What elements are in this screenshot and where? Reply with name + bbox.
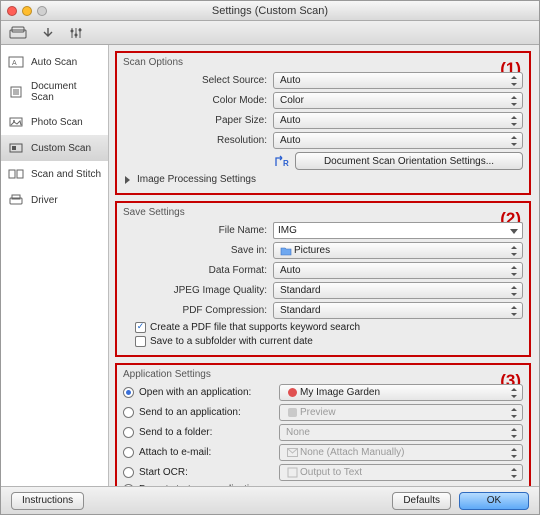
- scan-and-stitch-icon: [7, 167, 25, 181]
- sidebar-item-label: Driver: [31, 195, 58, 206]
- ok-button[interactable]: OK: [459, 492, 529, 510]
- application-settings-title: Application Settings: [123, 369, 523, 380]
- resolution-popup[interactable]: Auto: [273, 132, 523, 149]
- footer: Instructions Defaults OK: [1, 486, 539, 514]
- attach-email-radio[interactable]: [123, 447, 134, 458]
- text-icon: [286, 467, 298, 479]
- window-title: Settings (Custom Scan): [1, 5, 539, 17]
- photo-scan-icon: [7, 115, 25, 129]
- application-settings-section: (3) Application Settings Open with an ap…: [115, 363, 531, 486]
- preview-icon: [286, 407, 298, 419]
- svg-text:R: R: [283, 159, 289, 168]
- send-to-app-radio-row[interactable]: Send to an application:: [123, 407, 273, 418]
- open-with-app-radio-row[interactable]: Open with an application:: [123, 387, 273, 398]
- color-mode-popup[interactable]: Color: [273, 92, 523, 109]
- paper-size-popup[interactable]: Auto: [273, 112, 523, 129]
- pdf-keyword-label: Create a PDF file that supports keyword …: [150, 322, 360, 333]
- sidebar-item-label: Photo Scan: [31, 117, 83, 128]
- pdf-compression-label: PDF Compression:: [123, 305, 273, 316]
- minimize-icon[interactable]: [22, 6, 32, 16]
- folder-icon: [280, 245, 292, 257]
- driver-icon: [7, 193, 25, 207]
- sidebar-item-custom-scan[interactable]: Custom Scan: [1, 135, 108, 161]
- start-ocr-popup[interactable]: Output to Text: [279, 464, 523, 481]
- do-not-start-radio-row[interactable]: Do not start any application: [123, 484, 260, 486]
- auto-scan-icon: A: [7, 55, 25, 69]
- body: A Auto Scan Document Scan Photo Scan Cus…: [1, 45, 539, 486]
- attach-email-label: Attach to e-mail:: [139, 447, 211, 458]
- titlebar: Settings (Custom Scan): [1, 1, 539, 21]
- scan-options-section: (1) Scan Options Select Source: Auto Col…: [115, 51, 531, 195]
- send-to-app-popup[interactable]: Preview: [279, 404, 523, 421]
- sidebar-item-document-scan[interactable]: Document Scan: [1, 75, 108, 109]
- jpeg-quality-label: JPEG Image Quality:: [123, 285, 273, 296]
- sidebar-item-label: Document Scan: [31, 81, 102, 103]
- close-icon[interactable]: [7, 6, 17, 16]
- open-with-app-radio[interactable]: [123, 387, 134, 398]
- orientation-icon: R: [273, 154, 289, 168]
- sliders-icon[interactable]: [69, 26, 83, 40]
- file-name-label: File Name:: [123, 225, 273, 236]
- pdf-keyword-checkbox[interactable]: [135, 322, 146, 333]
- subfolder-checkbox-row[interactable]: Save to a subfolder with current date: [135, 336, 523, 347]
- subfolder-checkbox[interactable]: [135, 336, 146, 347]
- subfolder-label: Save to a subfolder with current date: [150, 336, 313, 347]
- pdf-compression-popup[interactable]: Standard: [273, 302, 523, 319]
- sidebar-item-label: Scan and Stitch: [31, 169, 101, 180]
- svg-text:A: A: [12, 60, 17, 67]
- data-format-label: Data Format:: [123, 265, 273, 276]
- file-name-field[interactable]: IMG: [273, 222, 523, 239]
- select-source-label: Select Source:: [123, 75, 273, 86]
- do-not-start-label: Do not start any application: [139, 484, 260, 486]
- start-ocr-label: Start OCR:: [139, 467, 188, 478]
- start-ocr-radio[interactable]: [123, 467, 134, 478]
- send-to-folder-label: Send to a folder:: [139, 427, 212, 438]
- send-to-folder-popup[interactable]: None: [279, 424, 523, 441]
- my-image-garden-icon: [286, 387, 298, 399]
- do-not-start-radio[interactable]: [123, 484, 134, 486]
- save-in-popup[interactable]: Pictures: [273, 242, 523, 259]
- select-source-popup[interactable]: Auto: [273, 72, 523, 89]
- start-ocr-radio-row[interactable]: Start OCR:: [123, 467, 273, 478]
- image-processing-disclosure[interactable]: Image Processing Settings: [123, 174, 523, 185]
- mail-icon: [286, 447, 298, 459]
- window-controls: [7, 6, 47, 16]
- send-to-folder-radio[interactable]: [123, 427, 134, 438]
- sidebar-item-driver[interactable]: Driver: [1, 187, 108, 213]
- scan-options-title: Scan Options: [123, 57, 523, 68]
- paper-size-label: Paper Size:: [123, 115, 273, 126]
- open-with-app-popup[interactable]: My Image Garden: [279, 384, 523, 401]
- toolbar: [1, 21, 539, 45]
- instructions-button[interactable]: Instructions: [11, 492, 84, 510]
- sidebar: A Auto Scan Document Scan Photo Scan Cus…: [1, 45, 109, 486]
- send-to-app-radio[interactable]: [123, 407, 134, 418]
- jpeg-quality-popup[interactable]: Standard: [273, 282, 523, 299]
- save-in-label: Save in:: [123, 245, 273, 256]
- main-panel: (1) Scan Options Select Source: Auto Col…: [109, 45, 539, 486]
- settings-window: Settings (Custom Scan) A Auto Scan Docum…: [0, 0, 540, 515]
- pdf-keyword-checkbox-row[interactable]: Create a PDF file that supports keyword …: [135, 322, 523, 333]
- send-to-folder-radio-row[interactable]: Send to a folder:: [123, 427, 273, 438]
- sidebar-item-scan-and-stitch[interactable]: Scan and Stitch: [1, 161, 108, 187]
- open-with-app-label: Open with an application:: [139, 387, 251, 398]
- save-settings-title: Save Settings: [123, 207, 523, 218]
- attach-email-radio-row[interactable]: Attach to e-mail:: [123, 447, 273, 458]
- orientation-settings-button[interactable]: Document Scan Orientation Settings...: [295, 152, 523, 170]
- sidebar-item-photo-scan[interactable]: Photo Scan: [1, 109, 108, 135]
- scanner-icon[interactable]: [9, 26, 27, 40]
- attach-email-popup[interactable]: None (Attach Manually): [279, 444, 523, 461]
- arrow-down-icon[interactable]: [41, 26, 55, 40]
- sidebar-item-label: Auto Scan: [31, 57, 77, 68]
- zoom-icon[interactable]: [37, 6, 47, 16]
- custom-scan-icon: [7, 141, 25, 155]
- sidebar-item-label: Custom Scan: [31, 143, 91, 154]
- send-to-app-label: Send to an application:: [139, 407, 241, 418]
- sidebar-item-auto-scan[interactable]: A Auto Scan: [1, 49, 108, 75]
- data-format-popup[interactable]: Auto: [273, 262, 523, 279]
- save-settings-section: (2) Save Settings File Name: IMG Save in…: [115, 201, 531, 357]
- resolution-label: Resolution:: [123, 135, 273, 146]
- document-scan-icon: [7, 85, 25, 99]
- color-mode-label: Color Mode:: [123, 95, 273, 106]
- defaults-button[interactable]: Defaults: [392, 492, 451, 510]
